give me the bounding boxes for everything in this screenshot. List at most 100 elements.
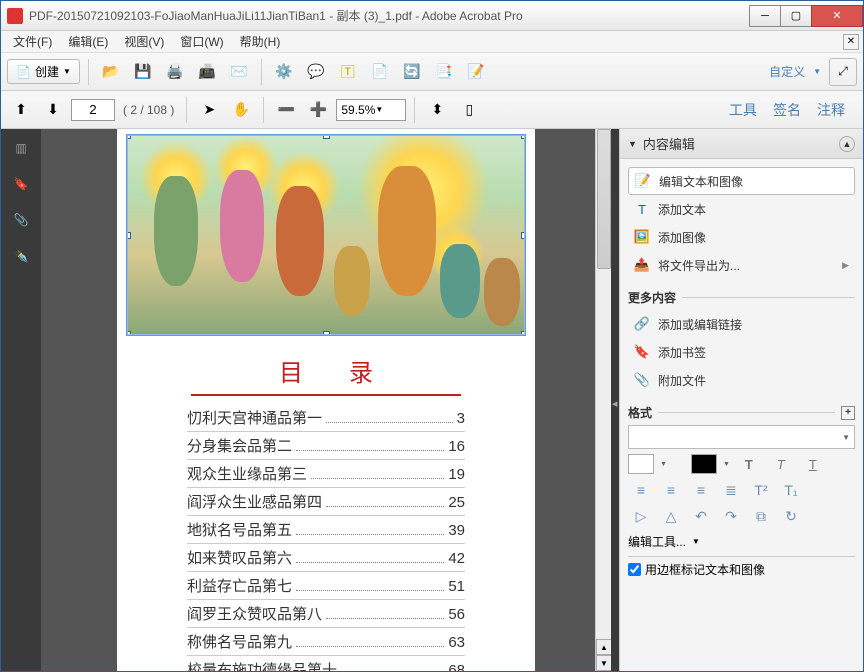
chevron-right-icon: ▶ [842, 260, 849, 271]
menu-edit[interactable]: 编辑(E) [60, 31, 116, 52]
crop-button[interactable]: ⧉ [748, 505, 774, 527]
fit-width-button[interactable]: ⬍ [423, 96, 451, 124]
page-display-button[interactable]: ▯ [455, 96, 483, 124]
email-button[interactable]: ✉️ [225, 58, 253, 86]
page-count: ( 2 / 108 ) [123, 103, 174, 117]
rotate-ccw-button[interactable]: ↶ [688, 505, 714, 527]
flip-h-button[interactable]: ▷ [628, 505, 654, 527]
scroll-down-button[interactable]: ▼ [596, 655, 611, 671]
print-button[interactable]: 🖨️ [161, 58, 189, 86]
subscript-button[interactable]: T₁ [778, 479, 804, 501]
separator [261, 59, 262, 85]
page-number-input[interactable] [71, 99, 115, 121]
tool-add-bookmark[interactable]: 🔖 添加书签 [628, 338, 855, 366]
tool-add-text[interactable]: T 添加文本 [628, 195, 855, 223]
align-row-2: ▷ △ ↶ ↷ ⧉ ↻ [628, 505, 855, 527]
align-left-button[interactable]: ≡ [628, 479, 654, 501]
close-button[interactable]: ✕ [811, 5, 863, 27]
attachments-tab[interactable]: 📎 [10, 209, 32, 231]
vertical-scrollbar[interactable]: ▲ ▼ [595, 129, 611, 671]
tool-attach-file[interactable]: 📎 附加文件 [628, 366, 855, 394]
align-center-button[interactable]: ≡ [658, 479, 684, 501]
pen-icon: ✒️ [14, 249, 29, 263]
underline-button[interactable]: T [800, 453, 826, 475]
text-color-select[interactable] [691, 454, 717, 474]
scroll-up-button[interactable]: ▲ [596, 639, 611, 655]
separator [414, 97, 415, 123]
checkbox-input[interactable] [628, 563, 641, 576]
tool-edit-text-image[interactable]: 📝 编辑文本和图像 [628, 167, 855, 195]
hand-tool-button[interactable]: ✋ [227, 96, 255, 124]
panel-close-button[interactable]: ▲ [839, 136, 855, 152]
menubar-close-button[interactable]: ✕ [843, 34, 859, 50]
highlight-button[interactable]: 🅃 [334, 58, 362, 86]
scan-button[interactable]: 📠 [193, 58, 221, 86]
zoom-in-button[interactable]: ➕ [304, 96, 332, 124]
flip-v-button[interactable]: △ [658, 505, 684, 527]
fullscreen-button[interactable]: ⤢ [829, 58, 857, 86]
menu-help[interactable]: 帮助(H) [232, 31, 289, 52]
comment-button[interactable]: 💬 [302, 58, 330, 86]
panel-header[interactable]: ▼ 内容编辑 ▲ [620, 129, 863, 159]
link-icon: 🔗 [634, 316, 650, 332]
minimize-button[interactable]: ─ [749, 5, 781, 27]
format-add-button[interactable]: + [841, 406, 855, 420]
sign-link[interactable]: 签名 [773, 100, 801, 120]
page-icon: ▯ [466, 101, 474, 118]
thumbnails-tab[interactable]: ▥ [10, 137, 32, 159]
comment-link[interactable]: 注释 [817, 100, 845, 120]
rotate-cw-button[interactable]: ↷ [718, 505, 744, 527]
delete-page-button[interactable]: 📄 [366, 58, 394, 86]
create-button[interactable]: 📄 创建 ▼ [7, 59, 80, 84]
more-content-label: 更多内容 [628, 289, 855, 306]
signatures-tab[interactable]: ✒️ [10, 245, 32, 267]
edit-tool-row[interactable]: 编辑工具... ▼ [628, 533, 855, 550]
tool-export-as[interactable]: 📤 将文件导出为... ▶ [628, 251, 855, 279]
tools-link[interactable]: 工具 [729, 100, 757, 120]
gear-button[interactable]: ⚙️ [270, 58, 298, 86]
select-tool-button[interactable]: ➤ [195, 96, 223, 124]
mark-with-border-checkbox[interactable]: 用边框标记文本和图像 [628, 561, 855, 578]
extract-button[interactable]: 📑 [430, 58, 458, 86]
edit-page-icon: 📝 [467, 63, 484, 80]
edit-page-button[interactable]: 📝 [462, 58, 490, 86]
bookmark-icon: 🔖 [14, 177, 29, 191]
align-justify-button[interactable]: ≣ [718, 479, 744, 501]
panel-divider[interactable] [611, 129, 619, 671]
separator [88, 59, 89, 85]
open-button[interactable]: 📂 [97, 58, 125, 86]
document-viewport[interactable]: 目 录 忉利天宫神通品第一3 分身集会品第二16 观众生业缘品第三19 阎浮众生… [41, 129, 611, 671]
gear-icon: ⚙️ [275, 63, 292, 80]
toc-item: 观众生业缘品第三19 [187, 460, 465, 488]
zoom-level-input[interactable]: 59.5% ▼ [336, 99, 406, 121]
menu-window[interactable]: 窗口(W) [172, 31, 231, 52]
superscript-button[interactable]: T² [748, 479, 774, 501]
hand-icon: ✋ [233, 101, 250, 118]
bookmarks-tab[interactable]: 🔖 [10, 173, 32, 195]
menubar: 文件(F) 编辑(E) 视图(V) 窗口(W) 帮助(H) ✕ [1, 31, 863, 53]
window-buttons: ─ ▢ ✕ [750, 5, 863, 27]
replace-button[interactable]: ↻ [778, 505, 804, 527]
color-row: ▼ ▼ T T T [628, 453, 855, 475]
prev-page-button[interactable]: ⬆ [7, 96, 35, 124]
highlight-icon: 🅃 [341, 62, 355, 82]
bold-button[interactable]: T [736, 453, 762, 475]
divider [628, 556, 855, 557]
create-label: 创建 [35, 63, 59, 80]
align-right-button[interactable]: ≡ [688, 479, 714, 501]
save-button[interactable]: 💾 [129, 58, 157, 86]
font-family-select[interactable]: ▼ [628, 425, 855, 449]
page-illustration[interactable] [127, 135, 525, 335]
scroll-thumb[interactable] [597, 129, 611, 269]
tool-add-link[interactable]: 🔗 添加或编辑链接 [628, 310, 855, 338]
rotate-button[interactable]: 🔄 [398, 58, 426, 86]
next-page-button[interactable]: ⬇ [39, 96, 67, 124]
italic-button[interactable]: T [768, 453, 794, 475]
menu-file[interactable]: 文件(F) [5, 31, 60, 52]
menu-view[interactable]: 视图(V) [116, 31, 172, 52]
customize-link[interactable]: 自定义 [769, 63, 805, 80]
tool-add-image[interactable]: 🖼️ 添加图像 [628, 223, 855, 251]
zoom-out-button[interactable]: ➖ [272, 96, 300, 124]
maximize-button[interactable]: ▢ [780, 5, 812, 27]
font-size-select[interactable] [628, 454, 654, 474]
